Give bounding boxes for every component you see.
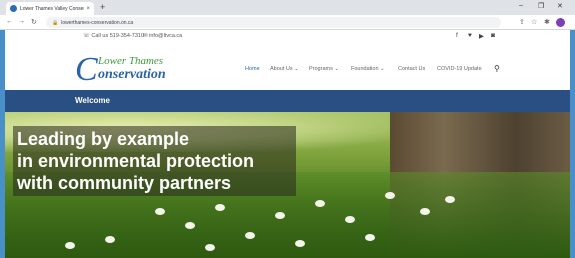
nav-foundation[interactable]: Foundation ⌄ [351,66,385,72]
bookmark-star-icon[interactable]: ☆ [531,18,537,26]
flower-image [155,208,165,215]
flower-image [315,200,325,207]
flower-image [345,216,355,223]
flower-image [185,222,195,229]
nav-programs[interactable]: Programs ⌄ [309,66,339,72]
flower-image [245,232,255,239]
flower-image [65,242,75,249]
flower-image [275,212,285,219]
logo-initial: C [75,51,98,88]
lock-icon: 🔒 [52,19,59,26]
logo-line2: onservation [98,67,166,82]
nav-about-us[interactable]: About Us ⌄ [270,66,299,72]
nav-contact-us[interactable]: Contact Us [398,66,425,72]
hero-line-1: Leading by example [17,129,190,149]
flower-image [295,240,305,247]
new-tab-button[interactable]: + [100,2,105,13]
hero-line-2: in environmental protection [17,151,255,171]
flower-image [215,204,225,211]
flower-image [385,192,395,199]
web-page: ☏ Call us 519-354-7310 ✉ info@ltvca.ca f… [5,30,570,258]
browser-toolbar: ← → ↻ 🔒 lowerthames-conservation.on.ca ⇪… [0,15,575,30]
twitter-icon[interactable]: ♥ [468,32,472,39]
welcome-bar: Welcome [5,90,570,112]
facebook-icon[interactable]: f [456,32,458,39]
flower-image [445,196,455,203]
browser-tab[interactable]: Lower Thames Valley Conservati × [6,2,94,15]
tab-title: Lower Thames Valley Conservati [20,5,84,12]
search-icon[interactable]: ⚲ [494,64,500,73]
flower-image [420,208,430,215]
reload-icon[interactable]: ↻ [31,18,37,26]
phone-link[interactable]: ☏ Call us 519-354-7310 [83,33,144,39]
extensions-icon[interactable]: ✱ [544,18,550,26]
nav-covid-update[interactable]: COVID-19 Update [437,66,482,72]
site-logo[interactable]: C Lower Thames onservation [75,52,187,88]
hero-banner: Leading by example in environmental prot… [5,112,570,258]
minimize-icon[interactable]: – [519,2,523,9]
logo-line1: Lower Thames [98,55,164,67]
tab-close-icon[interactable]: × [86,6,90,12]
flower-image [105,236,115,243]
email-link[interactable]: ✉ info@ltvca.ca [143,33,182,39]
flower-image [365,234,375,241]
instagram-icon[interactable]: ◙ [491,32,495,39]
url-text: lowerthames-conservation.on.ca [61,19,134,26]
hero-line-3: with community partners [17,173,232,193]
youtube-icon[interactable]: ▶ [479,32,484,40]
close-window-icon[interactable]: ✕ [557,2,563,10]
address-bar[interactable]: 🔒 lowerthames-conservation.on.ca [46,17,501,28]
forward-icon[interactable]: → [18,18,25,25]
back-icon[interactable]: ← [6,18,13,25]
nav-home[interactable]: Home [245,66,260,72]
contact-topbar: ☏ Call us 519-354-7310 ✉ info@ltvca.ca f… [5,30,570,44]
site-favicon-icon [10,5,17,12]
welcome-heading: Welcome [75,96,110,105]
maximize-icon[interactable]: ❐ [538,2,544,10]
browser-tab-bar: Lower Thames Valley Conservati × + – ❐ ✕ [0,0,575,15]
share-icon[interactable]: ⇪ [519,18,525,26]
flower-image [205,244,215,251]
profile-avatar[interactable] [556,18,565,27]
